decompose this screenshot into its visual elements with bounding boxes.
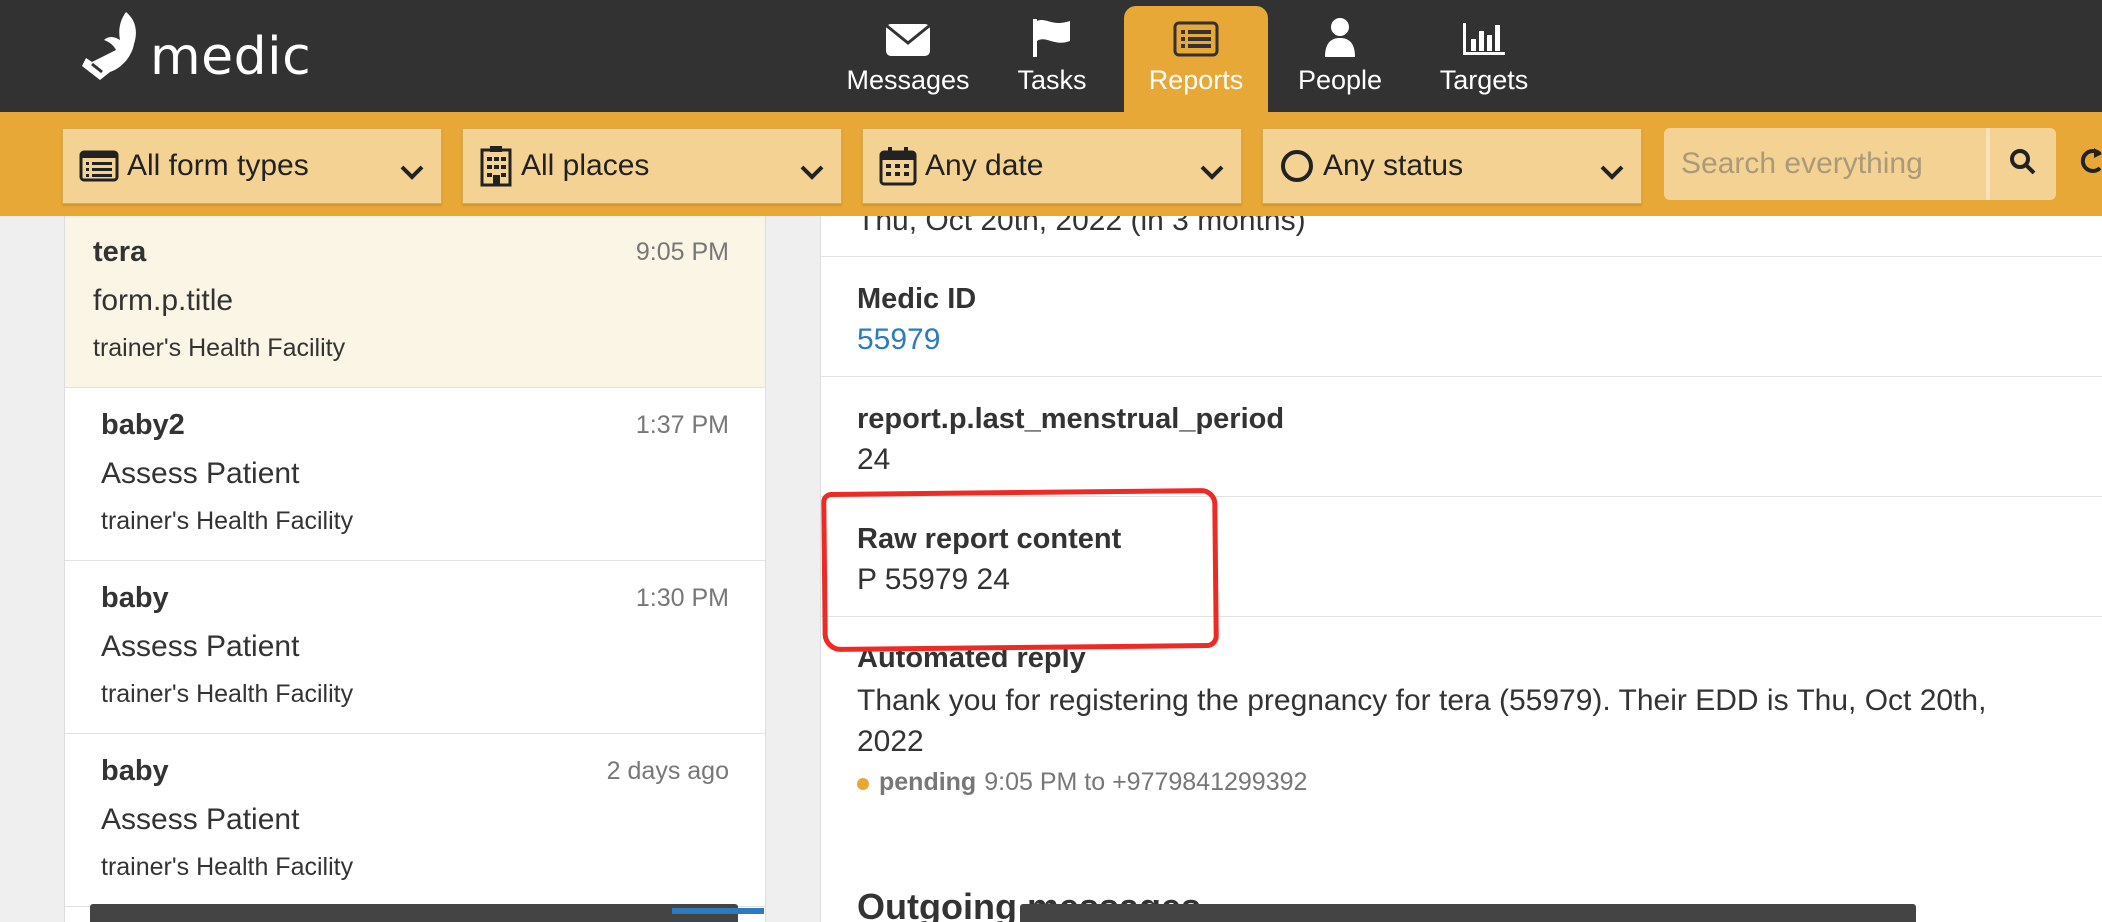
dove-logo-icon [82,12,136,80]
status-filter-label: Any status [1323,149,1464,182]
report-list-item[interactable]: baby 2 days ago Assess Patient trainer's… [65,735,765,907]
top-navigation-bar: medic Messages Tasks Reports People Targ… [0,0,2102,112]
circle-icon [1279,148,1315,184]
medic-id-label: Medic ID [857,283,977,315]
tab-targets[interactable]: Targets [1430,6,1538,112]
report-list-item[interactable]: baby 1:30 PM Assess Patient trainer's He… [65,562,765,734]
report-list-item[interactable]: tera 9:05 PM form.p.title trainer's Heal… [65,216,765,388]
search-icon [2009,148,2037,181]
progress-indicator [672,908,764,914]
horizontal-scrollbar[interactable] [1020,904,1916,922]
report-contact-name: tera [93,236,147,268]
tab-messages[interactable]: Messages [846,6,970,112]
report-list: tera 9:05 PM form.p.title trainer's Heal… [64,216,766,922]
report-time: 2 days ago [606,757,729,785]
automated-reply-label: Automated reply [857,642,1086,674]
person-icon [1323,9,1357,57]
tab-reports-label: Reports [1148,65,1244,95]
horizontal-scrollbar[interactable] [90,904,738,922]
tab-people-label: People [1297,65,1383,95]
lmp-field: report.p.last_menstrual_period 24 [821,377,2102,497]
report-contact-name: baby [101,582,169,614]
report-place: trainer's Health Facility [101,680,354,708]
lmp-value: 24 [857,443,891,476]
search-box [1664,128,2056,200]
brand-name: medic [150,27,312,87]
tab-tasks[interactable]: Tasks [1004,6,1100,112]
report-form-name: Assess Patient [101,457,300,490]
reply-status-meta: 9:05 PM to +9779841299392 [984,768,1308,796]
edd-value: Thu, Oct 20th, 2022 (in 3 months) [857,216,1306,237]
report-place: trainer's Health Facility [101,507,354,535]
automated-reply-text: Thank you for registering the pregnancy … [857,684,1987,758]
report-place: trainer's Health Facility [101,853,354,881]
envelope-icon [885,9,931,57]
medic-id-link[interactable]: 55979 [857,323,940,357]
pending-dot-icon [857,777,869,790]
building-icon [479,145,513,187]
form-list-icon [79,150,119,182]
place-filter[interactable]: All places [462,128,842,204]
report-time: 1:37 PM [635,411,729,439]
report-place: trainer's Health Facility [93,334,346,362]
tab-people[interactable]: People [1290,6,1390,112]
list-icon [1173,9,1219,57]
place-filter-label: All places [521,149,650,182]
chevron-down-icon [399,155,425,189]
report-list-item[interactable]: baby2 1:37 PM Assess Patient trainer's H… [65,389,765,561]
report-form-name: Assess Patient [101,803,300,836]
form-type-filter[interactable]: All form types [62,128,442,204]
report-contact-name: baby [101,755,169,787]
status-filter[interactable]: Any status [1262,128,1642,204]
flag-icon [1030,9,1074,57]
date-filter-label: Any date [925,149,1044,182]
reply-status-word: pending [879,768,977,796]
calendar-icon [879,146,917,186]
raw-report-label: Raw report content [857,523,1122,555]
report-form-name: Assess Patient [101,630,300,663]
raw-report-field: Raw report content P 55979 24 [821,497,2102,617]
chevron-down-icon [1599,155,1625,189]
search-button[interactable] [1986,128,2056,200]
report-form-name: form.p.title [93,284,234,317]
tab-messages-label: Messages [846,65,970,95]
medic-id-field: Medic ID 55979 [821,257,2102,377]
raw-report-value: P 55979 24 [857,563,1010,596]
bar-chart-icon [1461,9,1507,57]
form-type-filter-label: All form types [127,149,309,182]
report-time: 9:05 PM [635,238,729,266]
chevron-down-icon [1199,155,1225,189]
report-contact-name: baby2 [101,409,185,441]
lmp-label: report.p.last_menstrual_period [857,403,1285,435]
report-detail: Thu, Oct 20th, 2022 (in 3 months) Medic … [820,216,2102,922]
tab-reports[interactable]: Reports [1124,6,1268,112]
chevron-down-icon [799,155,825,189]
edd-field: Thu, Oct 20th, 2022 (in 3 months) [821,216,2102,257]
report-time: 1:30 PM [635,584,729,612]
reply-status: pending 9:05 PM to +9779841299392 [857,768,1307,797]
search-input[interactable] [1664,133,1993,195]
medic-logo[interactable]: medic [78,10,311,100]
refresh-icon[interactable] [2080,146,2102,181]
tab-targets-label: Targets [1439,65,1529,95]
date-filter[interactable]: Any date [862,128,1242,204]
tab-tasks-label: Tasks [1017,65,1087,95]
